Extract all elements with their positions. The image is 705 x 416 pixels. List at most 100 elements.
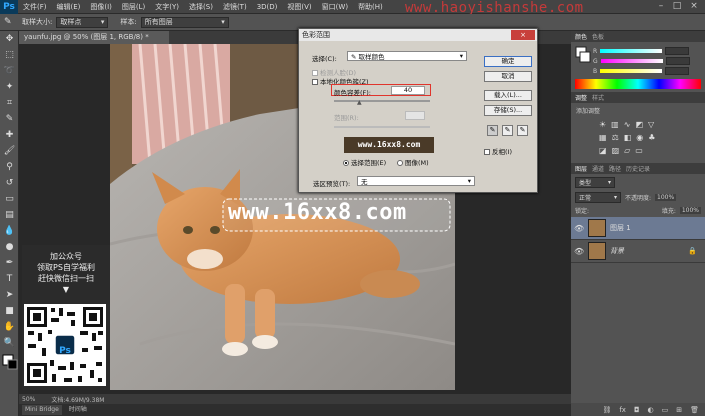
tab-paths[interactable]: 路径 xyxy=(609,164,621,173)
dodge-tool-icon[interactable]: ● xyxy=(0,239,19,255)
levels-icon[interactable]: ▥ xyxy=(611,120,619,129)
eraser-tool-icon[interactable]: ▭ xyxy=(0,191,19,207)
lasso-tool-icon[interactable]: ➰ xyxy=(0,63,19,79)
layer-name[interactable]: 图层 1 xyxy=(610,223,631,233)
tab-mini-bridge[interactable]: Mini Bridge xyxy=(22,405,62,415)
exposure-icon[interactable]: ◩ xyxy=(635,120,643,129)
layer-row-background[interactable]: 👁 背景 🔒 xyxy=(571,240,705,263)
history-brush-icon[interactable]: ↺ xyxy=(0,175,19,191)
document-tab[interactable]: yaunfu.jpg @ 50% (图层 1, RGB/8) * xyxy=(19,31,169,44)
tab-history[interactable]: 历史记录 xyxy=(626,164,650,173)
quick-select-tool-icon[interactable]: ✦ xyxy=(0,79,19,95)
layer-row-1[interactable]: 👁 图层 1 xyxy=(571,217,705,240)
cancel-button[interactable]: 取消 xyxy=(484,71,532,82)
clone-stamp-icon[interactable]: ⚲ xyxy=(0,159,19,175)
blend-mode-select[interactable]: 正常 ▾ xyxy=(575,192,621,203)
eyedropper-icon[interactable]: ✎ xyxy=(487,125,498,136)
menu-filter[interactable]: 滤镜(T) xyxy=(218,2,252,12)
menu-layer[interactable]: 图层(L) xyxy=(117,2,150,12)
vibrance-icon[interactable]: ▽ xyxy=(648,120,654,129)
tab-color[interactable]: 颜色 xyxy=(575,32,587,41)
sample-size-select[interactable]: 取样点 ▾ xyxy=(56,16,109,28)
type-tool-icon[interactable]: T xyxy=(0,271,19,287)
menu-3d[interactable]: 3D(D) xyxy=(252,3,283,11)
color-balance-icon[interactable]: ⚖ xyxy=(612,133,619,142)
healing-brush-icon[interactable]: ✚ xyxy=(0,127,19,143)
path-select-icon[interactable]: ➤ xyxy=(0,287,19,303)
tab-adjustments[interactable]: 调整 xyxy=(575,93,587,102)
menu-window[interactable]: 窗口(W) xyxy=(317,2,353,12)
selection-preview-select[interactable]: 无 ▾ xyxy=(357,176,475,186)
invert-checkbox[interactable]: 反相(I) xyxy=(484,146,512,156)
invert-icon[interactable]: ◪ xyxy=(599,146,607,155)
load-button[interactable]: 载入(L)... xyxy=(484,90,532,101)
photo-filter-icon[interactable]: ◉ xyxy=(636,133,643,142)
posterize-icon[interactable]: ▨ xyxy=(612,146,620,155)
close-icon[interactable]: × xyxy=(511,30,535,40)
tab-timeline[interactable]: 时间轴 xyxy=(66,405,90,415)
menu-image[interactable]: 图像(I) xyxy=(85,2,117,12)
range-slider-track[interactable] xyxy=(334,126,430,128)
brush-tool-icon[interactable]: 🖌 xyxy=(0,143,19,159)
minimize-icon[interactable]: – xyxy=(655,1,667,12)
color-spectrum[interactable] xyxy=(575,79,701,89)
eyedropper-icon[interactable]: ✎ xyxy=(0,111,19,127)
fill-value[interactable]: 100% xyxy=(679,207,701,214)
menu-view[interactable]: 视图(V) xyxy=(282,2,316,12)
zoom-tool-icon[interactable]: 🔍 xyxy=(0,335,19,351)
tab-swatches[interactable]: 色板 xyxy=(592,32,604,41)
layer-kind-select[interactable]: 类型 ▾ xyxy=(575,177,615,188)
menu-help[interactable]: 帮助(H) xyxy=(353,2,388,12)
eyedropper-plus-icon[interactable]: ✎ xyxy=(502,125,513,136)
pen-tool-icon[interactable]: ✒ xyxy=(0,255,19,271)
slider-b[interactable]: B xyxy=(571,66,705,76)
threshold-icon[interactable]: ▱ xyxy=(624,146,630,155)
blur-tool-icon[interactable]: 💧 xyxy=(0,223,19,239)
fg-bg-color-icon[interactable] xyxy=(575,46,591,64)
menu-select[interactable]: 选择(S) xyxy=(184,2,218,12)
move-tool-icon[interactable]: ✥ xyxy=(0,31,19,47)
black-white-icon[interactable]: ◧ xyxy=(624,133,632,142)
eye-icon[interactable]: 👁 xyxy=(574,224,584,233)
fx-icon[interactable]: fx xyxy=(619,406,626,414)
slider-g[interactable]: G xyxy=(571,56,705,66)
select-dropdown[interactable]: ✎ 取样颜色 ▾ xyxy=(347,51,467,61)
fuzziness-slider-thumb[interactable]: ▲ xyxy=(357,99,362,106)
adjustment-layer-icon[interactable]: ◐ xyxy=(648,406,654,414)
crop-tool-icon[interactable]: ⌗ xyxy=(0,95,19,111)
fuzziness-slider-track[interactable] xyxy=(334,100,430,102)
trash-icon[interactable]: 🗑 xyxy=(690,406,699,414)
new-layer-icon[interactable]: ⊞ xyxy=(676,406,682,414)
brightness-icon[interactable]: ☀ xyxy=(599,120,606,129)
channel-mixer-icon[interactable]: ♣ xyxy=(648,133,655,142)
zoom-level[interactable]: 50% xyxy=(22,396,35,403)
hue-saturation-icon[interactable]: ▦ xyxy=(599,133,607,142)
menu-type[interactable]: 文字(Y) xyxy=(150,2,184,12)
slider-r[interactable]: R xyxy=(571,46,705,56)
tab-layers[interactable]: 图层 xyxy=(575,164,587,173)
folder-icon[interactable]: ▭ xyxy=(662,406,669,414)
ok-button[interactable]: 确定 xyxy=(484,56,532,67)
opacity-value[interactable]: 100% xyxy=(655,194,677,201)
color-swatches-icon[interactable] xyxy=(0,351,19,373)
gradient-tool-icon[interactable]: ▤ xyxy=(0,207,19,223)
radio-selection[interactable]: 选择范围(E) xyxy=(343,157,386,167)
radio-image[interactable]: 图像(M) xyxy=(397,157,429,167)
tab-channels[interactable]: 通道 xyxy=(592,164,604,173)
menu-file[interactable]: 文件(F) xyxy=(18,2,52,12)
menu-edit[interactable]: 编辑(E) xyxy=(52,2,86,12)
dialog-titlebar[interactable]: 色彩范围 × xyxy=(299,29,537,41)
mask-icon[interactable]: ◘ xyxy=(634,406,640,414)
shape-tool-icon[interactable]: ■ xyxy=(0,303,19,319)
layer-name[interactable]: 背景 xyxy=(610,246,624,256)
eye-icon[interactable]: 👁 xyxy=(574,247,584,256)
tab-styles[interactable]: 样式 xyxy=(592,93,604,102)
curves-icon[interactable]: ∿ xyxy=(624,120,631,129)
eyedropper-tool-icon[interactable]: ✎ xyxy=(4,17,18,27)
eyedropper-minus-icon[interactable]: ✎ xyxy=(517,125,528,136)
close-window-icon[interactable]: × xyxy=(688,1,700,12)
link-icon[interactable]: ⛓ xyxy=(602,406,611,414)
hand-tool-icon[interactable]: ✋ xyxy=(0,319,19,335)
gradient-map-icon[interactable]: ▭ xyxy=(635,146,643,155)
sample-select[interactable]: 所有图层 ▾ xyxy=(140,16,229,28)
